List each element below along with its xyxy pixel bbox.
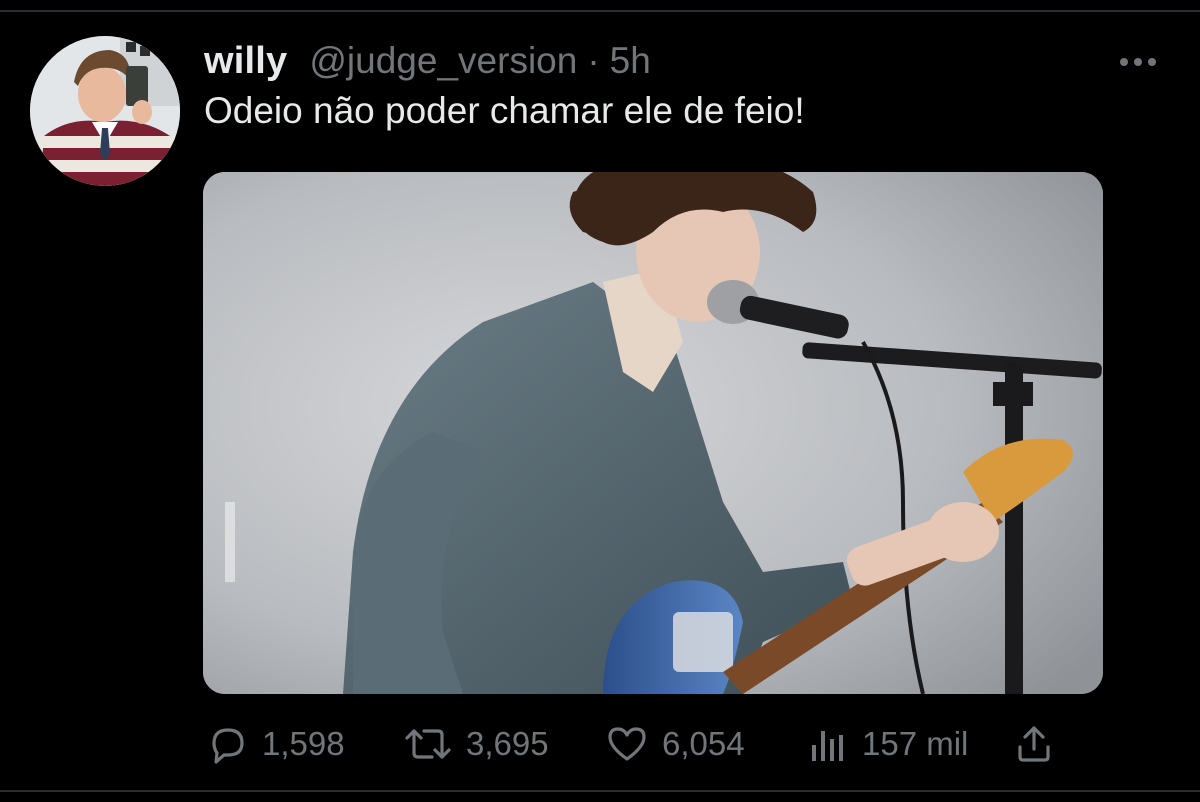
reply-icon: [212, 728, 244, 764]
reply-count: 1,598: [262, 725, 345, 762]
like-button[interactable]: 6,054: [604, 716, 745, 772]
avatar[interactable]: [30, 36, 180, 186]
retweet-button[interactable]: 3,695: [402, 716, 549, 772]
share-icon: [1018, 726, 1050, 762]
timestamp[interactable]: 5h: [610, 40, 651, 82]
separator-dot: ·: [587, 40, 600, 81]
tweet-actions: 1,598 3,695 6,054 157 mil: [204, 716, 1064, 772]
display-name[interactable]: willy: [204, 40, 287, 83]
like-count: 6,054: [662, 725, 745, 762]
tweet-card: willy @judge_version · 5h Odeio não pode…: [0, 0, 1200, 802]
user-handle[interactable]: @judge_version: [309, 40, 577, 82]
tweet-text: Odeio não poder chamar ele de feio!: [204, 90, 805, 131]
views-button[interactable]: 157 mil: [806, 716, 968, 772]
tweet-media-photo[interactable]: [203, 172, 1103, 694]
reply-button[interactable]: 1,598: [204, 716, 345, 772]
retweet-icon: [405, 729, 451, 759]
views-count: 157 mil: [862, 725, 969, 762]
retweet-count: 3,695: [466, 725, 549, 762]
share-button[interactable]: [1012, 716, 1068, 772]
heart-icon: [608, 727, 646, 761]
more-icon[interactable]: [1116, 52, 1160, 72]
views-icon: [812, 731, 843, 761]
avatar-image: [30, 36, 180, 186]
bottom-divider: [0, 790, 1200, 792]
top-divider: [0, 10, 1200, 12]
photo-of-guitarist-singing: [203, 172, 1103, 694]
tweet-header: willy @judge_version · 5h: [204, 40, 651, 86]
